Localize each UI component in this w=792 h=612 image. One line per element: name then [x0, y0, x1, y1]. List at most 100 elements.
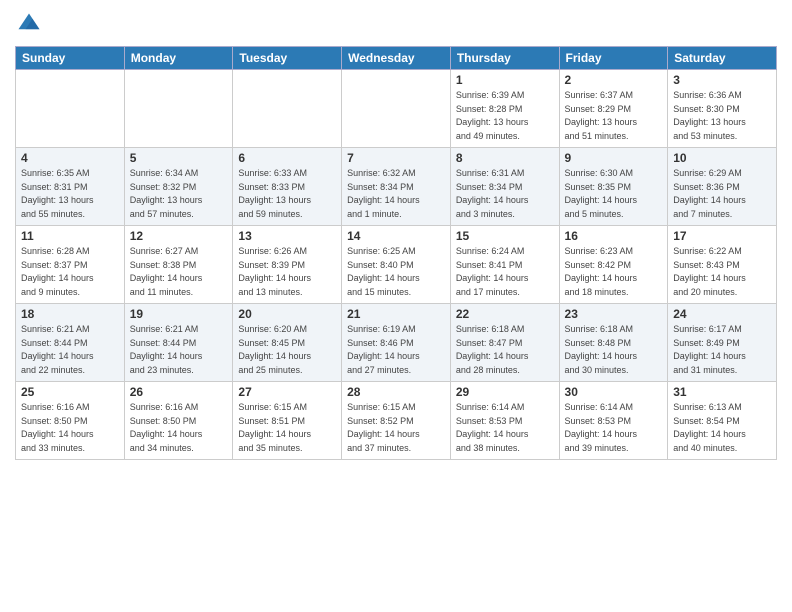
day-number: 18	[21, 307, 119, 321]
calendar-cell: 17Sunrise: 6:22 AM Sunset: 8:43 PM Dayli…	[668, 226, 777, 304]
weekday-header-monday: Monday	[124, 47, 233, 70]
day-info: Sunrise: 6:21 AM Sunset: 8:44 PM Dayligh…	[130, 323, 228, 377]
week-row-1: 1 Sunrise: 6:39 AM Sunset: 8:28 PM Daylig…	[16, 70, 777, 148]
day-info: Sunrise: 6:23 AM Sunset: 8:42 PM Dayligh…	[565, 245, 663, 299]
calendar-cell: 13 Sunrise: 6:26 AM Sunset: 8:39 PM Dayli…	[233, 226, 342, 304]
day-number: 3	[673, 73, 771, 87]
day-info: Sunrise: 6:30 AM Sunset: 8:35 PM Dayligh…	[565, 167, 663, 221]
calendar-cell: 7 Sunrise: 6:32 AM Sunset: 8:34 PM Daylig…	[342, 148, 451, 226]
day-number: 1	[456, 73, 554, 87]
day-number: 15	[456, 229, 554, 243]
day-info: Sunrise: 6:13 AM Sunset: 8:54 PM Dayligh…	[673, 401, 771, 455]
day-info: Sunrise: 6:14 AM Sunset: 8:53 PM Dayligh…	[565, 401, 663, 455]
calendar-cell: 4 Sunrise: 6:35 AM Sunset: 8:31 PM Daylig…	[16, 148, 125, 226]
calendar-cell: 9 Sunrise: 6:30 AM Sunset: 8:35 PM Daylig…	[559, 148, 668, 226]
calendar-cell	[342, 70, 451, 148]
weekday-header-friday: Friday	[559, 47, 668, 70]
calendar-cell: 14 Sunrise: 6:25 AM Sunset: 8:40 PM Dayli…	[342, 226, 451, 304]
day-number: 12	[130, 229, 228, 243]
calendar-cell: 15 Sunrise: 6:24 AM Sunset: 8:41 PM Dayli…	[450, 226, 559, 304]
calendar-cell: 30 Sunrise: 6:14 AM Sunset: 8:53 PM Dayli…	[559, 382, 668, 460]
day-number: 31	[673, 385, 771, 399]
day-info: Sunrise: 6:15 AM Sunset: 8:52 PM Dayligh…	[347, 401, 445, 455]
day-number: 6	[238, 151, 336, 165]
calendar-cell: 28 Sunrise: 6:15 AM Sunset: 8:52 PM Dayli…	[342, 382, 451, 460]
day-info: Sunrise: 6:32 AM Sunset: 8:34 PM Dayligh…	[347, 167, 445, 221]
day-number: 26	[130, 385, 228, 399]
calendar-cell: 21Sunrise: 6:19 AM Sunset: 8:46 PM Dayli…	[342, 304, 451, 382]
day-info: Sunrise: 6:16 AM Sunset: 8:50 PM Dayligh…	[21, 401, 119, 455]
header	[15, 10, 777, 38]
day-number: 4	[21, 151, 119, 165]
day-info: Sunrise: 6:16 AM Sunset: 8:50 PM Dayligh…	[130, 401, 228, 455]
weekday-header-thursday: Thursday	[450, 47, 559, 70]
day-number: 20	[238, 307, 336, 321]
day-info: Sunrise: 6:27 AM Sunset: 8:38 PM Dayligh…	[130, 245, 228, 299]
calendar-cell	[16, 70, 125, 148]
calendar-cell: 25Sunrise: 6:16 AM Sunset: 8:50 PM Dayli…	[16, 382, 125, 460]
week-row-2: 4 Sunrise: 6:35 AM Sunset: 8:31 PM Daylig…	[16, 148, 777, 226]
day-info: Sunrise: 6:18 AM Sunset: 8:48 PM Dayligh…	[565, 323, 663, 377]
day-number: 30	[565, 385, 663, 399]
day-number: 16	[565, 229, 663, 243]
calendar-cell: 11Sunrise: 6:28 AM Sunset: 8:37 PM Dayli…	[16, 226, 125, 304]
calendar-cell: 23 Sunrise: 6:18 AM Sunset: 8:48 PM Dayli…	[559, 304, 668, 382]
weekday-header-saturday: Saturday	[668, 47, 777, 70]
weekday-header-wednesday: Wednesday	[342, 47, 451, 70]
day-info: Sunrise: 6:15 AM Sunset: 8:51 PM Dayligh…	[238, 401, 336, 455]
calendar-cell: 5 Sunrise: 6:34 AM Sunset: 8:32 PM Daylig…	[124, 148, 233, 226]
logo-icon	[15, 10, 43, 38]
calendar-cell: 1 Sunrise: 6:39 AM Sunset: 8:28 PM Daylig…	[450, 70, 559, 148]
weekday-header-tuesday: Tuesday	[233, 47, 342, 70]
day-info: Sunrise: 6:22 AM Sunset: 8:43 PM Dayligh…	[673, 245, 771, 299]
day-info: Sunrise: 6:26 AM Sunset: 8:39 PM Dayligh…	[238, 245, 336, 299]
day-info: Sunrise: 6:14 AM Sunset: 8:53 PM Dayligh…	[456, 401, 554, 455]
weekday-header-row: SundayMondayTuesdayWednesdayThursdayFrid…	[16, 47, 777, 70]
calendar-cell: 27Sunrise: 6:15 AM Sunset: 8:51 PM Dayli…	[233, 382, 342, 460]
logo	[15, 10, 47, 38]
day-number: 13	[238, 229, 336, 243]
day-info: Sunrise: 6:21 AM Sunset: 8:44 PM Dayligh…	[21, 323, 119, 377]
calendar-cell: 26 Sunrise: 6:16 AM Sunset: 8:50 PM Dayli…	[124, 382, 233, 460]
calendar-cell: 16 Sunrise: 6:23 AM Sunset: 8:42 PM Dayli…	[559, 226, 668, 304]
week-row-5: 25Sunrise: 6:16 AM Sunset: 8:50 PM Dayli…	[16, 382, 777, 460]
day-number: 5	[130, 151, 228, 165]
day-number: 10	[673, 151, 771, 165]
day-number: 7	[347, 151, 445, 165]
week-row-3: 11Sunrise: 6:28 AM Sunset: 8:37 PM Dayli…	[16, 226, 777, 304]
day-info: Sunrise: 6:34 AM Sunset: 8:32 PM Dayligh…	[130, 167, 228, 221]
calendar-cell: 22Sunrise: 6:18 AM Sunset: 8:47 PM Dayli…	[450, 304, 559, 382]
day-info: Sunrise: 6:28 AM Sunset: 8:37 PM Dayligh…	[21, 245, 119, 299]
calendar-cell: 8 Sunrise: 6:31 AM Sunset: 8:34 PM Daylig…	[450, 148, 559, 226]
calendar-cell: 29 Sunrise: 6:14 AM Sunset: 8:53 PM Dayli…	[450, 382, 559, 460]
day-info: Sunrise: 6:39 AM Sunset: 8:28 PM Dayligh…	[456, 89, 554, 143]
calendar-cell: 31 Sunrise: 6:13 AM Sunset: 8:54 PM Dayli…	[668, 382, 777, 460]
day-info: Sunrise: 6:31 AM Sunset: 8:34 PM Dayligh…	[456, 167, 554, 221]
day-number: 21	[347, 307, 445, 321]
day-number: 2	[565, 73, 663, 87]
calendar-cell: 24Sunrise: 6:17 AM Sunset: 8:49 PM Dayli…	[668, 304, 777, 382]
calendar-cell	[124, 70, 233, 148]
day-info: Sunrise: 6:24 AM Sunset: 8:41 PM Dayligh…	[456, 245, 554, 299]
day-info: Sunrise: 6:35 AM Sunset: 8:31 PM Dayligh…	[21, 167, 119, 221]
day-number: 23	[565, 307, 663, 321]
day-number: 29	[456, 385, 554, 399]
day-number: 14	[347, 229, 445, 243]
day-info: Sunrise: 6:20 AM Sunset: 8:45 PM Dayligh…	[238, 323, 336, 377]
day-number: 19	[130, 307, 228, 321]
day-info: Sunrise: 6:36 AM Sunset: 8:30 PM Dayligh…	[673, 89, 771, 143]
day-number: 9	[565, 151, 663, 165]
calendar-cell: 3 Sunrise: 6:36 AM Sunset: 8:30 PM Daylig…	[668, 70, 777, 148]
day-info: Sunrise: 6:29 AM Sunset: 8:36 PM Dayligh…	[673, 167, 771, 221]
weekday-header-sunday: Sunday	[16, 47, 125, 70]
calendar-table: SundayMondayTuesdayWednesdayThursdayFrid…	[15, 46, 777, 460]
calendar-cell: 6Sunrise: 6:33 AM Sunset: 8:33 PM Daylig…	[233, 148, 342, 226]
calendar-cell: 20 Sunrise: 6:20 AM Sunset: 8:45 PM Dayli…	[233, 304, 342, 382]
day-info: Sunrise: 6:25 AM Sunset: 8:40 PM Dayligh…	[347, 245, 445, 299]
day-info: Sunrise: 6:17 AM Sunset: 8:49 PM Dayligh…	[673, 323, 771, 377]
day-number: 28	[347, 385, 445, 399]
day-info: Sunrise: 6:37 AM Sunset: 8:29 PM Dayligh…	[565, 89, 663, 143]
calendar-cell: 2 Sunrise: 6:37 AM Sunset: 8:29 PM Daylig…	[559, 70, 668, 148]
day-number: 8	[456, 151, 554, 165]
calendar-cell: 10 Sunrise: 6:29 AM Sunset: 8:36 PM Dayli…	[668, 148, 777, 226]
